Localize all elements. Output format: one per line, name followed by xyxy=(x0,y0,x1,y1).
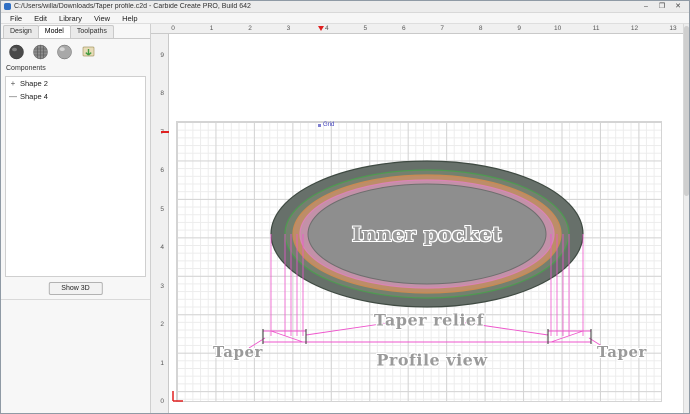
taper-left-label: Taper xyxy=(213,343,263,361)
ruler-v-number: 1 xyxy=(160,360,164,367)
tab-toolpaths[interactable]: Toolpaths xyxy=(69,25,114,38)
expand-icon[interactable]: — xyxy=(9,92,17,101)
model-toolbar xyxy=(1,39,150,63)
component-label: Shape 2 xyxy=(20,79,48,88)
main-area: Design Model Toolpaths Components + Shap… xyxy=(1,24,689,413)
ruler-v-number: 9 xyxy=(160,52,164,59)
ruler-h-number: 3 xyxy=(286,25,291,32)
ruler-h-number: 0 xyxy=(171,25,175,32)
components-header: Components xyxy=(6,65,46,72)
vertical-ruler: 9 8 7 6 5 4 3 2 1 0 xyxy=(151,34,169,413)
ruler-h-number: 13 xyxy=(669,25,677,32)
grid-label: Grid xyxy=(318,122,334,128)
ruler-corner xyxy=(151,24,169,34)
components-list: + Shape 2 — Shape 4 xyxy=(5,76,146,277)
ruler-h-number: 10 xyxy=(553,25,562,32)
ruler-v-number: 2 xyxy=(160,321,164,328)
maximize-button[interactable]: ❐ xyxy=(654,1,670,12)
ruler-v-number: 6 xyxy=(160,167,164,174)
ruler-h-number: 6 xyxy=(401,25,406,32)
app-logo-icon xyxy=(4,3,11,10)
taper-right-label: Taper xyxy=(597,343,647,361)
window-title: C:/Users/willa/Downloads/Taper profile.c… xyxy=(14,3,251,10)
import-component-icon[interactable] xyxy=(79,43,98,60)
component-label: Shape 4 xyxy=(20,92,48,101)
add-shape-sphere-icon[interactable] xyxy=(7,43,26,60)
design-canvas[interactable]: Grid Inner pocket Taper relief Taper Tap… xyxy=(169,34,683,413)
ruler-h-number: 12 xyxy=(630,25,639,32)
menu-bar: File Edit Library View Help xyxy=(1,13,689,24)
ruler-v-number: 3 xyxy=(160,283,164,290)
sidebar-divider xyxy=(1,299,150,300)
window-controls: – ❐ ✕ xyxy=(638,1,686,12)
show-3d-button[interactable]: Show 3D xyxy=(48,282,103,295)
menu-help[interactable]: Help xyxy=(116,13,143,24)
tab-design[interactable]: Design xyxy=(3,25,39,38)
list-item-shape-4[interactable]: — Shape 4 xyxy=(6,90,145,103)
menu-library[interactable]: Library xyxy=(53,13,88,24)
ruler-v-number: 4 xyxy=(160,244,164,251)
cursor-y-marker xyxy=(161,131,169,133)
menu-edit[interactable]: Edit xyxy=(28,13,53,24)
add-texture-sphere-icon[interactable] xyxy=(31,43,50,60)
inner-pocket-label: Inner pocket xyxy=(352,222,502,246)
menu-view[interactable]: View xyxy=(88,13,116,24)
menu-file[interactable]: File xyxy=(4,13,28,24)
sidebar-tabs: Design Model Toolpaths xyxy=(1,25,150,38)
close-button[interactable]: ✕ xyxy=(670,1,686,12)
ruler-h-number: 5 xyxy=(363,25,368,32)
title-bar: C:/Users/willa/Downloads/Taper profile.c… xyxy=(1,1,689,13)
minimize-button[interactable]: – xyxy=(638,1,654,12)
ruler-h-number: 7 xyxy=(440,25,444,32)
origin-marker xyxy=(172,391,183,402)
shape-sphere-icon[interactable] xyxy=(55,43,74,60)
tab-model[interactable]: Model xyxy=(37,25,71,38)
app-window: C:/Users/willa/Downloads/Taper profile.c… xyxy=(0,0,690,414)
ruler-h-number: 11 xyxy=(592,25,600,32)
cursor-x-marker xyxy=(318,26,324,31)
horizontal-ruler: 0 1 2 3 4 5 6 7 8 9 10 11 12 13 xyxy=(169,24,683,34)
ruler-h-number: 8 xyxy=(478,25,483,32)
sidebar-panel: Design Model Toolpaths Components + Shap… xyxy=(1,24,151,413)
scrollbar-thumb[interactable] xyxy=(684,26,689,196)
ruler-h-number: 2 xyxy=(248,25,252,32)
ruler-v-number: 5 xyxy=(160,206,164,213)
ruler-h-number: 9 xyxy=(517,25,521,32)
ruler-h-number: 4 xyxy=(324,25,329,32)
ruler-v-number: 0 xyxy=(160,398,164,405)
list-item-shape-2[interactable]: + Shape 2 xyxy=(6,77,145,90)
ruler-v-number: 8 xyxy=(160,90,164,97)
expand-icon[interactable]: + xyxy=(9,79,17,88)
profile-view-label: Profile view xyxy=(376,350,488,370)
vertical-scrollbar[interactable] xyxy=(683,24,689,413)
taper-relief-label: Taper relief xyxy=(374,310,484,330)
ruler-h-number: 1 xyxy=(209,25,214,32)
